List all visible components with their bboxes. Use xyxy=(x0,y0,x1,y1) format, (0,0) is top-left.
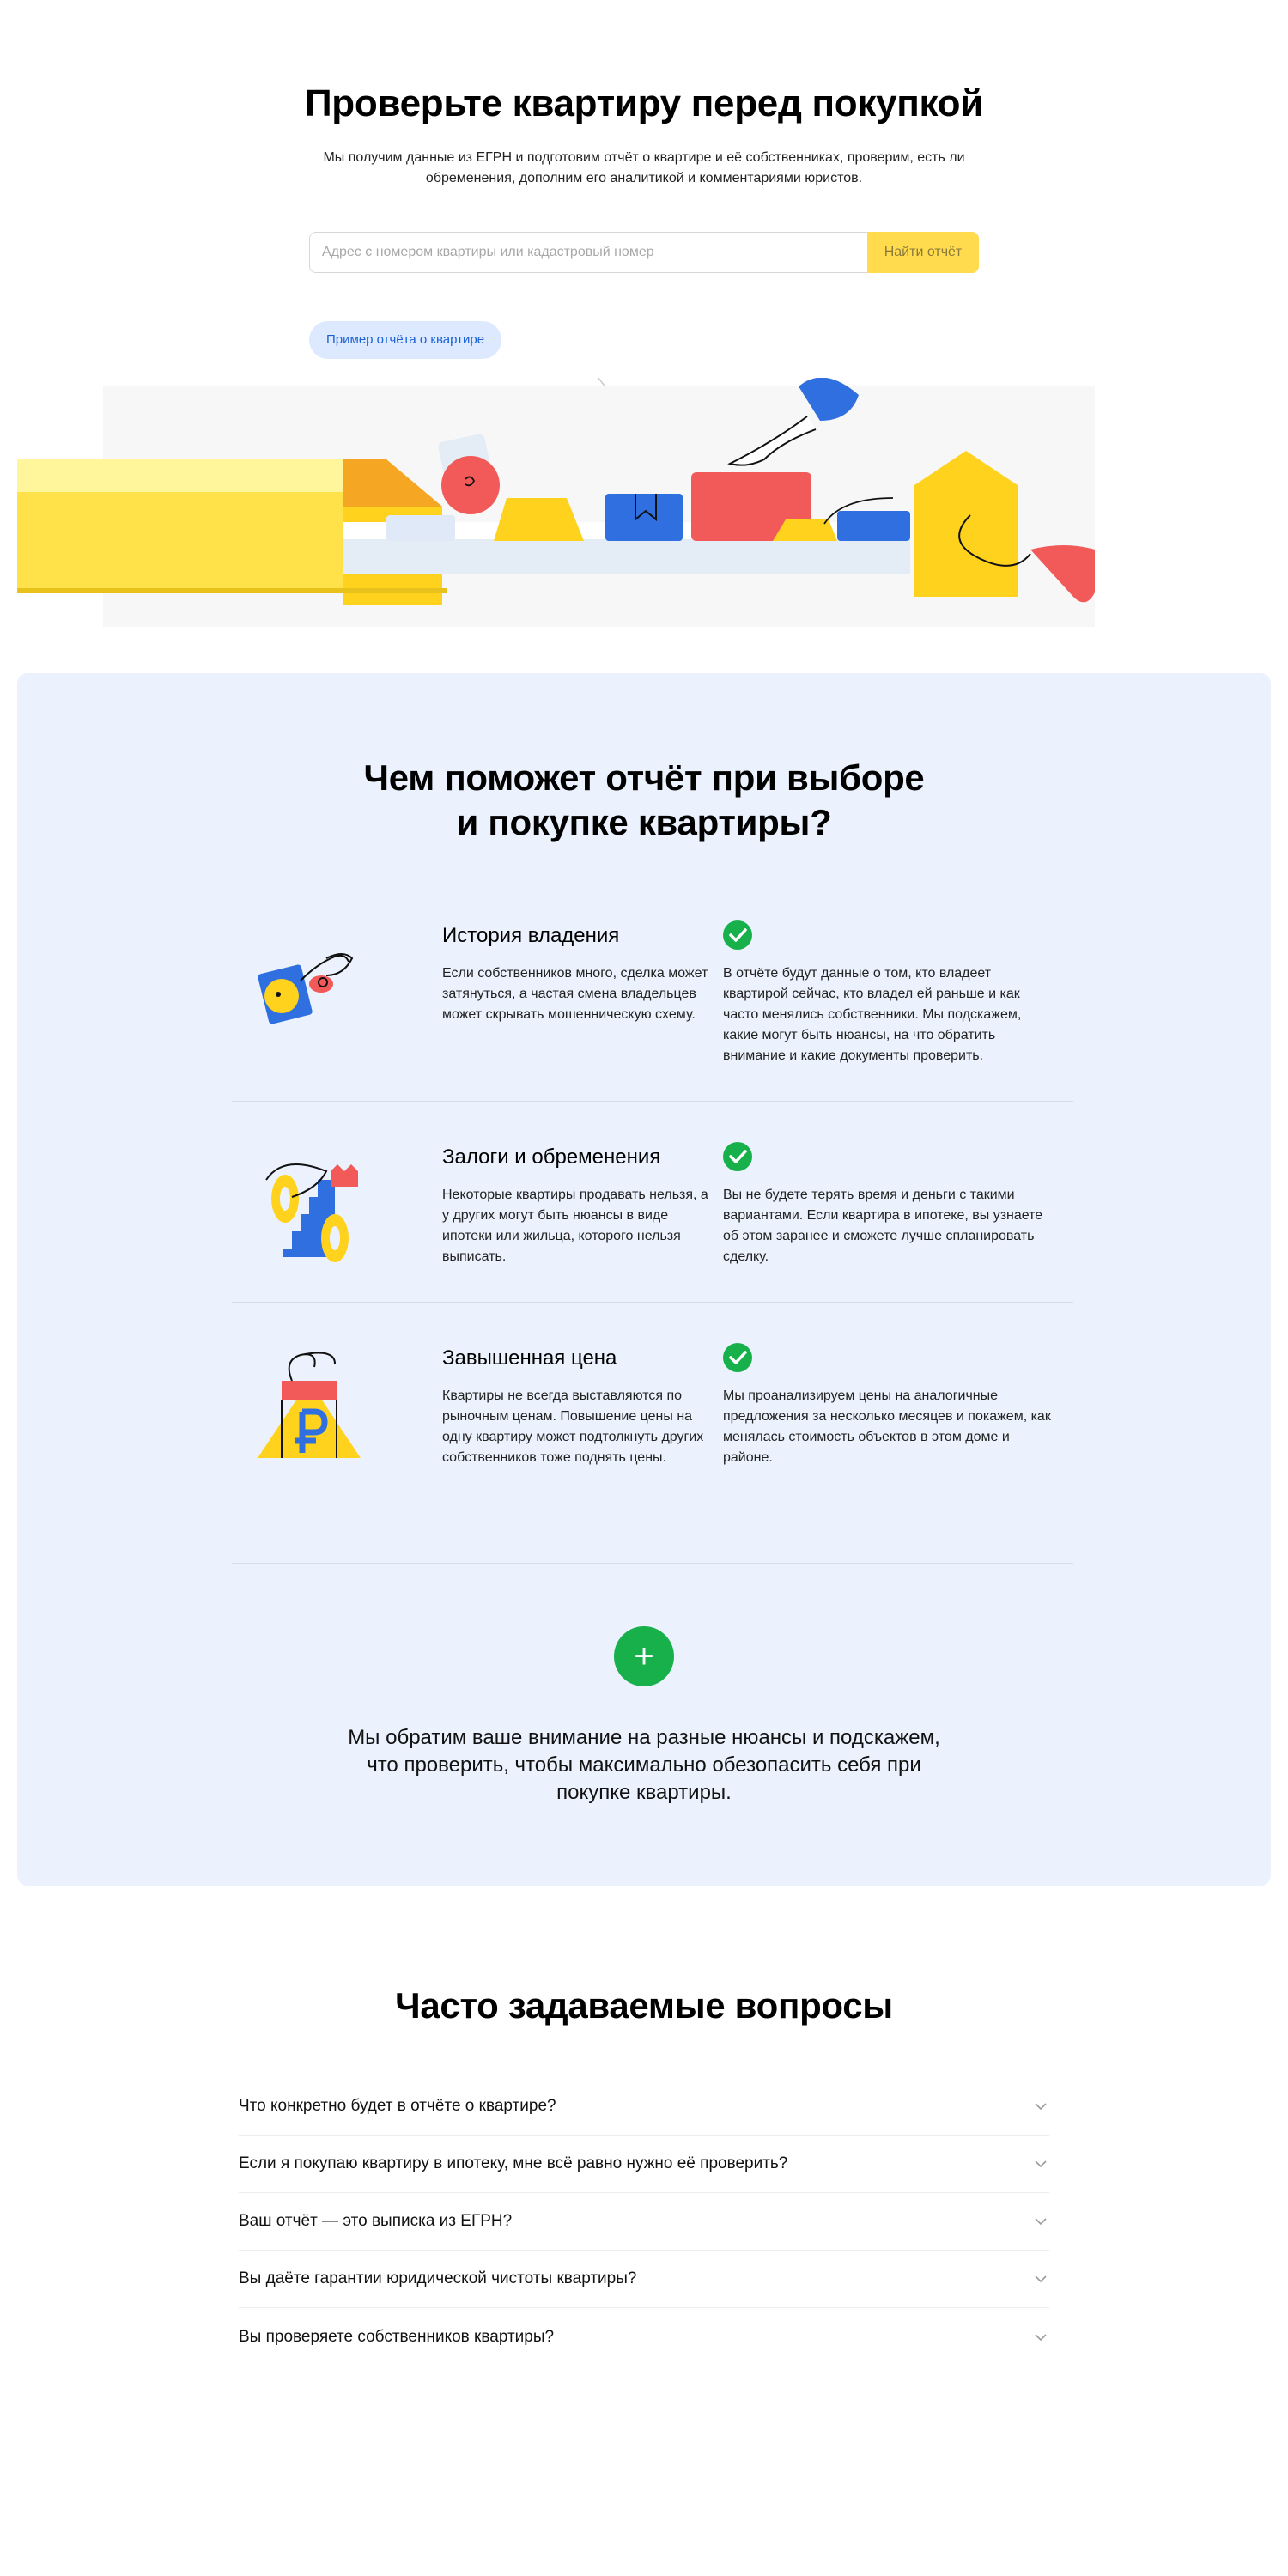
folder-blue xyxy=(605,494,683,541)
address-search-input[interactable] xyxy=(309,232,867,273)
feature-solution: Мы проанализируем цены на аналогичные пр… xyxy=(723,1388,1051,1465)
chevron-down-icon xyxy=(1035,2160,1047,2168)
check-circle-icon xyxy=(723,920,752,950)
page-title: Проверьте квартиру перед покупкой xyxy=(304,82,983,125)
chevron-down-icon xyxy=(1035,2103,1047,2111)
search-form: Найти отчёт xyxy=(309,232,979,273)
feature-problem: Если собственников много, сделка может з… xyxy=(442,966,708,1022)
feature-problem: Некоторые квартиры продавать нельзя, а у… xyxy=(442,1188,708,1264)
features-summary: Мы обратим ваше внимание на разные нюанс… xyxy=(348,1726,940,1804)
chevron-down-icon xyxy=(1035,2333,1047,2341)
feature-solution: Вы не будете терять время и деньги с так… xyxy=(723,1188,1043,1264)
percent-icon xyxy=(265,1163,358,1262)
faq-question: Вы даёте гарантии юридической чистоты кв… xyxy=(239,2269,637,2287)
find-report-button[interactable]: Найти отчёт xyxy=(867,232,979,273)
hero-subtitle: Мы получим данные из ЕГРН и подготовим о… xyxy=(323,150,965,185)
feature-solution: В отчёте будут данные о том, кто владеет… xyxy=(723,966,1022,1063)
features-title-line2: и покупке квартиры? xyxy=(456,802,832,842)
faq-item[interactable]: Если я покупаю квартиру в ипотеку, мне в… xyxy=(239,2136,1049,2193)
faq-question: Что конкретно будет в отчёте о квартире? xyxy=(239,2097,556,2115)
faq-list: Что конкретно будет в отчёте о квартире?… xyxy=(239,2078,1049,2366)
check-circle-icon xyxy=(723,1142,752,1171)
hero-section: Проверьте квартиру перед покупкой Мы пол… xyxy=(0,0,1288,670)
feature-divider xyxy=(232,1302,1073,1303)
faq-question: Ваш отчёт — это выписка из ЕГРН? xyxy=(239,2212,513,2230)
check-circle-icon xyxy=(723,1343,752,1372)
house-ruble-icon xyxy=(258,1352,361,1458)
expand-plus-button[interactable]: + xyxy=(614,1626,674,1686)
faq-title: Часто задаваемые вопросы xyxy=(395,1985,893,2026)
faq-item[interactable]: Что конкретно будет в отчёте о квартире? xyxy=(239,2078,1049,2136)
faq-question: Если я покупаю квартиру в ипотеку, мне в… xyxy=(239,2154,788,2172)
features-title: Чем поможет отчёт при выборе и покупке к… xyxy=(17,756,1271,845)
chevron-down-icon xyxy=(1035,2275,1047,2283)
feature-title: Завышенная цена xyxy=(442,1346,617,1370)
feature-title: Залоги и обременения xyxy=(442,1145,661,1169)
key-icon xyxy=(258,953,354,1024)
chevron-down-icon xyxy=(1035,2218,1047,2226)
faq-item[interactable]: Ваш отчёт — это выписка из ЕГРН? xyxy=(239,2193,1049,2251)
features-panel: Чем поможет отчёт при выборе и покупке к… xyxy=(17,673,1271,1886)
features-title-line1: Чем поможет отчёт при выборе xyxy=(363,757,925,798)
faq-question: Вы проверяете собственников квартиры? xyxy=(239,2327,555,2346)
faq-item[interactable]: Вы проверяете собственников квартиры? xyxy=(239,2308,1049,2366)
feature-divider xyxy=(232,1101,1073,1102)
feature-problem: Квартиры не всегда выставляются по рыноч… xyxy=(442,1388,704,1465)
faq-item[interactable]: Вы даёте гарантии юридической чистоты кв… xyxy=(239,2251,1049,2308)
feature-divider xyxy=(232,1563,1073,1564)
feature-title: История владения xyxy=(442,924,620,947)
example-report-link[interactable]: Пример отчёта о квартире xyxy=(309,321,502,359)
hero-illustration xyxy=(17,378,1095,627)
